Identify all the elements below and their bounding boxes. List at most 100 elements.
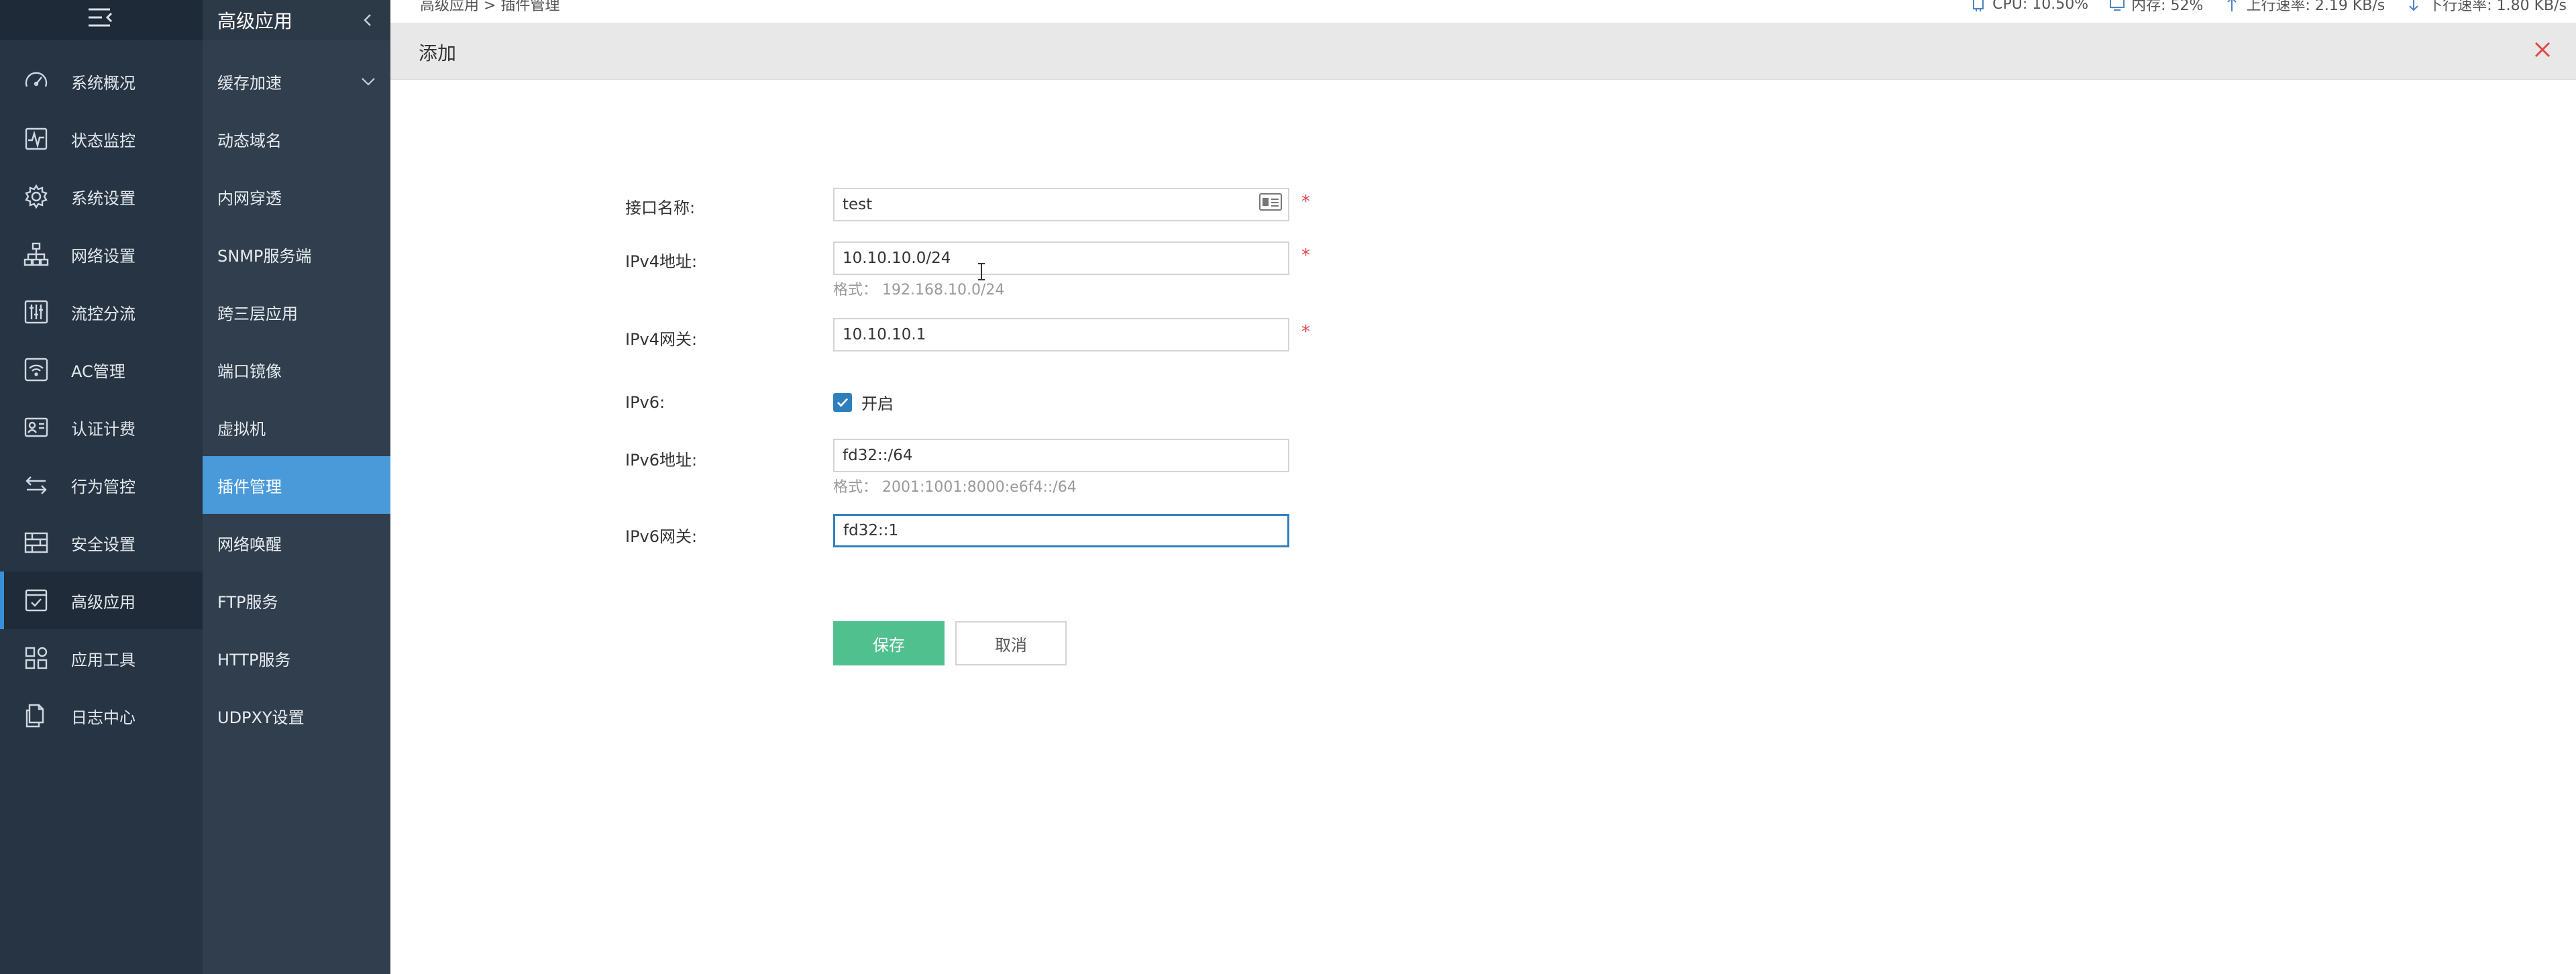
subbar-item-nat-traversal[interactable]: 内网穿透 (203, 168, 390, 225)
sidebar-item-security[interactable]: 安全设置 (0, 514, 203, 572)
checklist-icon (21, 586, 51, 615)
wifi-icon (21, 355, 51, 384)
sidebar-item-flow-control[interactable]: 流控分流 (0, 283, 203, 341)
sidebar-item-network-settings[interactable]: 网络设置 (0, 225, 203, 283)
sidebar-item-label: 认证计费 (71, 419, 136, 439)
system-status: CPU: 10.50% 内存: 52% 上行速率: 2.19 KB/s 下行速率… (1970, 0, 2567, 15)
subbar-item-vm[interactable]: 虚拟机 (203, 398, 390, 456)
interface-name-label: 接口名称: (625, 199, 696, 217)
sidebar-item-label: 网络设置 (71, 246, 136, 266)
sidebar-item-monitor[interactable]: 状态监控 (0, 110, 203, 168)
subbar-item-wol[interactable]: 网络唤醒 (203, 514, 390, 572)
ipv4-gateway-input[interactable] (833, 318, 1289, 351)
ipv6-address-label: IPv6地址: (625, 451, 698, 470)
subbar-item-snmp[interactable]: SNMP服务端 (203, 225, 390, 283)
chevron-down-icon (362, 78, 375, 86)
download-status: 下行速率: 1.80 KB/s (2405, 0, 2567, 15)
subbar-item-ftp[interactable]: FTP服务 (203, 572, 390, 629)
subbar-header: 高级应用 (203, 0, 390, 40)
apps-grid-icon (21, 643, 51, 673)
subbar-item-ddns[interactable]: 动态域名 (203, 110, 390, 168)
sidebar-item-overview[interactable]: 系统概况 (0, 52, 203, 110)
subbar-item-udpxy[interactable]: UDPXY设置 (203, 687, 390, 745)
cpu-status: CPU: 10.50% (1970, 0, 2088, 13)
required-mark: * (1301, 192, 1310, 212)
sidebar-item-label: 状态监控 (71, 131, 136, 150)
sidebar-item-advanced-apps[interactable]: 高级应用 (0, 572, 203, 629)
id-card-icon (21, 413, 51, 442)
primary-sidebar: 系统概况 状态监控 系统设置 网络设置 流控分流 AC管理 认证计费 行为管控 … (0, 0, 203, 974)
subbar-item-port-mirror[interactable]: 端口镜像 (203, 341, 390, 398)
ipv6-address-input[interactable] (833, 439, 1289, 472)
sidebar-item-label: 日志中心 (71, 708, 136, 727)
subbar-item-label: UDPXY设置 (217, 708, 305, 727)
subbar-item-label: HTTP服务 (217, 650, 291, 669)
top-status-bar: 高级应用 > 插件管理 CPU: 10.50% 内存: 52% 上行速率: 2.… (390, 0, 2576, 23)
contact-card-icon[interactable] (1258, 192, 1283, 212)
subbar-item-label: FTP服务 (217, 592, 278, 612)
ipv4-address-label: IPv4地址: (625, 252, 698, 271)
sidebar-header (0, 0, 203, 40)
sidebar-item-behavior-control[interactable]: 行为管控 (0, 456, 203, 514)
subbar-item-label: 跨三层应用 (217, 304, 298, 323)
dialog-header: 添加 (390, 23, 2576, 80)
close-icon[interactable] (2529, 36, 2556, 63)
speedometer-icon (21, 66, 51, 96)
ipv6-gateway-label: IPv6网关: (625, 527, 698, 546)
save-button[interactable]: 保存 (833, 621, 945, 665)
sidebar-item-label: AC管理 (71, 362, 125, 381)
subbar-item-label: 网络唤醒 (217, 535, 282, 554)
sidebar-item-auth-billing[interactable]: 认证计费 (0, 398, 203, 456)
required-mark: * (1301, 322, 1310, 342)
chevron-left-icon[interactable] (360, 9, 376, 31)
sidebar-item-label: 系统设置 (71, 188, 136, 208)
subbar-item-plugin-management[interactable]: 插件管理 (203, 456, 390, 514)
ipv4-gateway-label: IPv4网关: (625, 330, 698, 349)
required-mark: * (1301, 246, 1310, 266)
ipv6-label: IPv6: (625, 393, 665, 412)
menu-collapse-icon[interactable] (86, 5, 117, 31)
secondary-sidebar: 高级应用 缓存加速 动态域名 内网穿透 SNMP服务端 跨三层应用 端口镜像 虚… (203, 0, 390, 974)
ipv6-enable-checkbox[interactable]: 开启 (833, 390, 894, 414)
breadcrumb: 高级应用 > 插件管理 (420, 0, 560, 14)
sidebar-item-label: 应用工具 (71, 650, 136, 669)
memory-status: 内存: 52% (2108, 0, 2203, 15)
document-copy-icon (21, 701, 51, 730)
sidebar-item-app-tools[interactable]: 应用工具 (0, 629, 203, 687)
subbar-item-label: 端口镜像 (217, 362, 282, 381)
sidebar-item-log-center[interactable]: 日志中心 (0, 687, 203, 745)
cpu-chip-icon (1973, 0, 1984, 11)
sidebar-item-label: 行为管控 (71, 477, 136, 496)
text-cursor-icon (978, 263, 985, 280)
subbar-item-label: 动态域名 (217, 131, 282, 150)
ipv6-enable-label: 开启 (861, 394, 894, 413)
pulse-monitor-icon (21, 124, 51, 154)
swap-arrows-icon (21, 470, 51, 500)
ipv6-gateway-input[interactable] (833, 514, 1289, 547)
checkbox-checked-icon[interactable] (833, 392, 852, 412)
subbar-item-cache-accel[interactable]: 缓存加速 (203, 52, 390, 110)
gear-icon (21, 182, 51, 211)
ipv4-address-input[interactable] (833, 241, 1289, 275)
sidebar-item-ac-management[interactable]: AC管理 (0, 341, 203, 398)
sidebar-item-label: 流控分流 (71, 304, 136, 323)
ipv6-format-hint: 格式： 2001:1001:8000:e6f4::/64 (833, 479, 1077, 496)
subbar-item-label: 缓存加速 (217, 73, 282, 93)
dialog-title: 添加 (419, 42, 457, 64)
subbar-item-label: 插件管理 (217, 477, 282, 496)
cancel-button[interactable]: 取消 (955, 621, 1067, 665)
subbar-item-cross-layer[interactable]: 跨三层应用 (203, 283, 390, 341)
sidebar-item-system-settings[interactable]: 系统设置 (0, 168, 203, 225)
subbar-title: 高级应用 (217, 10, 293, 32)
monitor-icon (2110, 0, 2125, 11)
subbar-item-label: 虚拟机 (217, 419, 266, 439)
arrow-down-icon (2409, 0, 2418, 11)
interface-name-input[interactable] (833, 188, 1289, 221)
sidebar-item-label: 安全设置 (71, 535, 136, 554)
subbar-item-http[interactable]: HTTP服务 (203, 629, 390, 687)
sidebar-item-label: 高级应用 (71, 592, 136, 612)
arrow-up-icon (2227, 0, 2237, 11)
firewall-icon (21, 528, 51, 557)
subbar-item-label: 内网穿透 (217, 188, 282, 208)
upload-status: 上行速率: 2.19 KB/s (2223, 0, 2385, 15)
